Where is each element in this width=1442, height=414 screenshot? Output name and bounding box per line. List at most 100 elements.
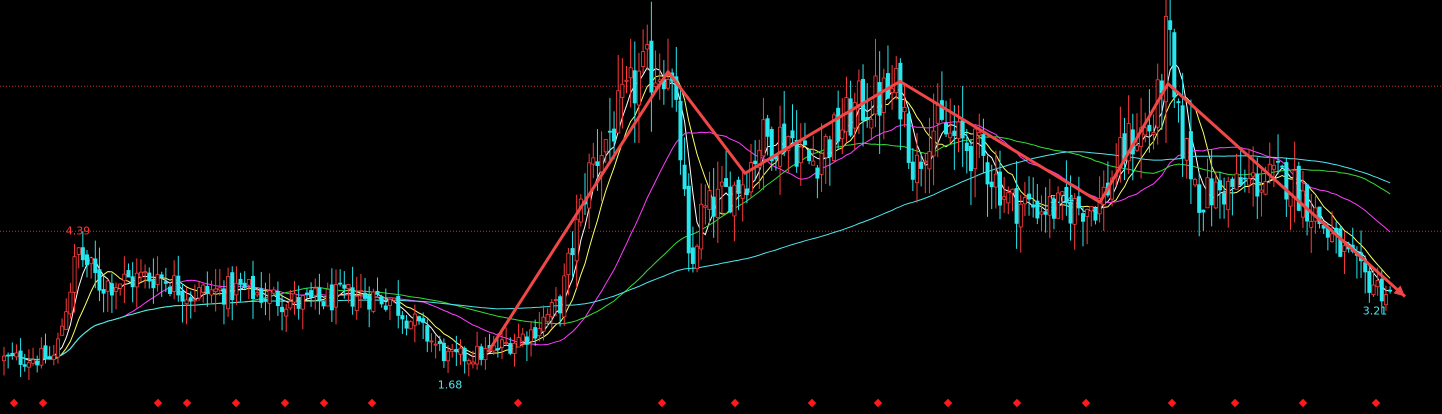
candle-body	[321, 301, 326, 307]
candle-body	[429, 340, 434, 343]
candle-body	[275, 290, 280, 307]
candle-body	[1276, 160, 1281, 163]
candle-body	[367, 294, 372, 310]
candle-body	[960, 120, 965, 139]
candle-body	[1010, 188, 1015, 194]
candle-body	[981, 134, 986, 156]
price-label-2: 5.04	[1050, 193, 1075, 206]
candle	[408, 320, 413, 330]
candle-body	[504, 342, 509, 344]
candle-body	[26, 362, 31, 368]
candle-body	[1147, 124, 1152, 132]
candle-body	[151, 280, 156, 289]
candle-body	[89, 257, 94, 265]
candle-body	[97, 269, 102, 291]
candle-body	[134, 272, 139, 288]
candle-body	[919, 161, 924, 169]
candle-body	[1230, 178, 1235, 187]
candle-body	[549, 302, 554, 318]
candle-body	[118, 283, 123, 289]
candle-body	[1375, 280, 1380, 288]
candle-body	[881, 77, 886, 113]
candle-body	[964, 142, 969, 152]
candle-body	[458, 347, 463, 355]
candle-body	[865, 117, 870, 121]
candle-body	[898, 62, 903, 120]
candle-body	[412, 313, 417, 326]
candle-body	[915, 154, 920, 184]
candle-body	[1309, 221, 1314, 228]
candle-body	[126, 270, 131, 278]
candle-body	[1280, 165, 1285, 168]
candle-body	[6, 354, 11, 357]
candle-body	[836, 107, 841, 142]
candle-body	[607, 130, 612, 133]
candle-body	[495, 348, 500, 351]
candle-body	[43, 345, 48, 360]
candle-body	[711, 196, 716, 217]
candle-body	[242, 282, 247, 288]
candle-body	[753, 160, 758, 165]
candle-body	[1259, 189, 1264, 193]
candle-body	[985, 162, 990, 185]
candle-body	[358, 290, 363, 293]
candle-body	[230, 272, 235, 301]
candle-body	[167, 286, 172, 294]
candle-body	[1093, 207, 1098, 221]
candle-body	[587, 162, 592, 209]
candle-body	[1205, 177, 1210, 209]
candle-body	[690, 247, 695, 264]
candle-body	[271, 289, 276, 294]
candle-body	[205, 285, 210, 294]
candle-body	[591, 157, 596, 165]
candle-body	[371, 291, 376, 312]
candle	[695, 244, 700, 273]
candle-body	[811, 160, 816, 166]
candle-body	[890, 88, 895, 93]
candle	[371, 288, 376, 314]
candle-body	[226, 276, 231, 310]
candle-body	[570, 248, 575, 256]
candle-body	[1305, 184, 1310, 222]
candle-body	[255, 292, 260, 296]
candle-body	[176, 275, 181, 296]
candle-body	[1379, 278, 1384, 302]
candle-body	[122, 273, 127, 282]
candle-body	[234, 282, 239, 296]
candle-body	[180, 290, 185, 302]
candle-body	[184, 299, 189, 305]
candle-body	[10, 352, 15, 356]
candle-body	[217, 287, 222, 291]
candle-body	[678, 100, 683, 161]
candle-body	[105, 280, 110, 292]
candle-body	[620, 83, 625, 98]
candle-body	[267, 290, 272, 304]
candle-body	[72, 256, 77, 293]
candle-body	[392, 297, 397, 301]
candle-body	[35, 360, 40, 366]
candle-body	[1263, 181, 1268, 195]
candle-body	[31, 359, 36, 364]
candle-body	[421, 318, 426, 323]
candle-body	[499, 339, 504, 348]
candle-body	[1342, 245, 1347, 252]
candle-body	[338, 282, 343, 285]
candle-body	[425, 325, 430, 342]
candle-body	[64, 311, 69, 330]
candle-body	[1371, 284, 1376, 295]
candle-body	[109, 283, 114, 296]
candle-body	[1076, 196, 1081, 209]
candle-body	[827, 139, 832, 158]
candle-body	[1027, 193, 1032, 200]
candle-body	[93, 258, 98, 273]
candle-body	[695, 245, 700, 270]
candle-body	[1143, 127, 1148, 136]
candle-body	[740, 184, 745, 199]
candle-body	[450, 349, 455, 352]
candle-body	[209, 289, 214, 296]
candle-body	[699, 203, 704, 250]
candle-body	[400, 315, 405, 320]
candle-body	[259, 288, 264, 303]
candle-body	[188, 297, 193, 302]
candle-body	[39, 347, 44, 366]
